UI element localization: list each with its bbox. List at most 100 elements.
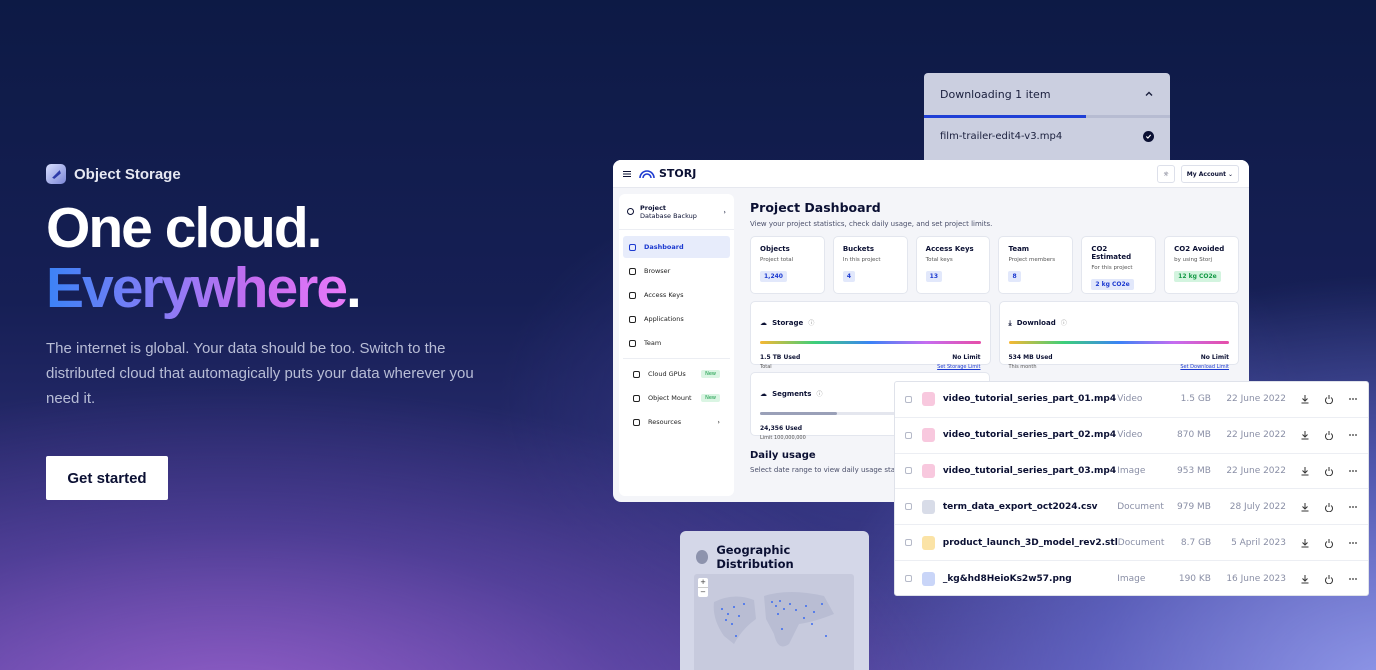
- storj-logo[interactable]: STORJ: [639, 167, 696, 180]
- world-map[interactable]: + −: [694, 574, 854, 670]
- get-started-button[interactable]: Get started: [46, 456, 168, 500]
- file-row[interactable]: term_data_export_oct2024.csv Document 979 …: [895, 489, 1368, 526]
- more-icon[interactable]: [1348, 502, 1358, 512]
- check-icon: [1143, 130, 1154, 142]
- zoom-in-button[interactable]: +: [698, 578, 708, 588]
- download-card: ⤓ Download ⓘ 534 MB Used No Limit This mo…: [998, 301, 1239, 370]
- download-header[interactable]: Downloading 1 item: [924, 73, 1170, 115]
- chevron-up-icon[interactable]: [1144, 89, 1154, 99]
- chevron-right-icon: ›: [717, 418, 720, 426]
- stat-card: Buckets In this project 4: [832, 236, 908, 294]
- badge-label: Object Storage: [74, 165, 181, 183]
- file-row[interactable]: video_tutorial_series_part_01.mp4 Video 1.…: [895, 382, 1368, 418]
- file-type-icon: [921, 428, 935, 443]
- sidebar-item-access-keys[interactable]: Access Keys: [623, 284, 730, 306]
- stat-card-value: 12 kg CO2e: [1174, 271, 1221, 282]
- chevron-down-icon: ⌄: [1227, 170, 1233, 178]
- share-icon[interactable]: [1324, 394, 1334, 405]
- download-icon[interactable]: [1300, 574, 1310, 584]
- sidebar-item-cloud-gpus[interactable]: Cloud GPUs New: [627, 363, 726, 385]
- menu-icon[interactable]: [623, 170, 631, 178]
- row-checkbox[interactable]: [905, 395, 912, 403]
- file-type: Document: [1117, 537, 1165, 548]
- stat-card-title: Team: [1008, 245, 1030, 253]
- row-checkbox[interactable]: [905, 575, 912, 583]
- share-icon[interactable]: [1324, 466, 1334, 476]
- sidebar-item-dashboard[interactable]: Dashboard: [623, 236, 730, 258]
- map-dots: [713, 592, 834, 647]
- file-row[interactable]: product_launch_3D_model_rev2.stl Document…: [895, 525, 1368, 561]
- account-dropdown[interactable]: My Account ⌄: [1180, 165, 1239, 183]
- sidebar-item-team[interactable]: Team: [623, 332, 730, 354]
- more-icon[interactable]: [1348, 394, 1358, 404]
- nav-icon: [633, 394, 640, 402]
- stat-card: Team Project members 8: [998, 236, 1074, 294]
- file-list: video_tutorial_series_part_01.mp4 Video 1.…: [894, 381, 1369, 596]
- file-name[interactable]: term_data_export_oct2024.csv: [943, 502, 1117, 512]
- sidebar-item-browser[interactable]: Browser: [623, 260, 730, 282]
- file-name[interactable]: _kg&hd8HeioKs2w57.png: [943, 574, 1117, 584]
- file-name[interactable]: product_launch_3D_model_rev2.stl: [943, 538, 1118, 548]
- project-selector[interactable]: Project Database Backup ›: [619, 194, 734, 230]
- file-type: Document: [1117, 501, 1164, 512]
- more-icon[interactable]: [1348, 538, 1358, 548]
- project-label: Project: [640, 203, 667, 212]
- nav-icon: [629, 339, 636, 347]
- file-row[interactable]: video_tutorial_series_part_02.mp4 Video 87…: [895, 418, 1368, 454]
- download-icon[interactable]: [1300, 502, 1310, 512]
- theme-toggle-button[interactable]: ☼: [1157, 165, 1175, 183]
- stat-card-subtitle: by using Storj: [1174, 257, 1213, 263]
- nav-icon: [633, 418, 640, 426]
- share-icon[interactable]: [1324, 430, 1334, 441]
- nav-icon: [629, 243, 636, 251]
- file-size: 870 MB: [1177, 430, 1211, 441]
- stat-card: CO2 Estimated For this project 2 kg CO2e: [1081, 236, 1157, 294]
- download-file-name: film-trailer-edit4-v3.mp4: [940, 130, 1063, 142]
- share-icon[interactable]: [1324, 502, 1334, 512]
- stat-card-value: 1,240: [760, 271, 787, 282]
- download-icon[interactable]: [1300, 538, 1310, 548]
- nav-icon: [629, 315, 636, 323]
- cloud-icon: ☁: [760, 319, 767, 327]
- more-icon[interactable]: [1348, 430, 1358, 440]
- file-name[interactable]: video_tutorial_series_part_02.mp4: [943, 430, 1117, 440]
- share-icon[interactable]: [1324, 574, 1334, 584]
- file-type-icon: [921, 499, 935, 514]
- sidebar-item-resources[interactable]: Resources ›: [627, 411, 726, 433]
- logo-text: STORJ: [659, 167, 697, 180]
- file-name[interactable]: video_tutorial_series_part_03.mp4: [943, 466, 1117, 476]
- download-icon[interactable]: [1300, 466, 1310, 476]
- stat-card-title: CO2 Avoided: [1174, 245, 1225, 253]
- row-checkbox[interactable]: [905, 503, 912, 511]
- row-checkbox[interactable]: [905, 431, 912, 439]
- file-row[interactable]: _kg&hd8HeioKs2w57.png Image 190 KB 16 June …: [895, 561, 1368, 597]
- info-icon: ⓘ: [1060, 320, 1067, 327]
- file-type: Video: [1117, 394, 1143, 405]
- download-icon[interactable]: [1300, 394, 1310, 404]
- set-storage-limit-link[interactable]: Set Storage Limit: [937, 364, 980, 370]
- file-row[interactable]: video_tutorial_series_part_03.mp4 Image 95…: [895, 454, 1368, 490]
- row-checkbox[interactable]: [905, 467, 912, 475]
- stat-card-value: 8: [1008, 271, 1021, 282]
- stat-card-title: Objects: [760, 245, 790, 253]
- sidebar-item-applications[interactable]: Applications: [623, 308, 730, 330]
- sidebar: Project Database Backup › Dashboard Browse…: [619, 194, 734, 496]
- file-name[interactable]: video_tutorial_series_part_01.mp4: [943, 394, 1117, 404]
- download-icon[interactable]: [1300, 430, 1310, 440]
- more-icon[interactable]: [1348, 466, 1358, 476]
- stat-cards: Objects Project total 1,240 Buckets In this …: [750, 236, 1239, 294]
- nav-icon: [629, 291, 636, 299]
- more-icon[interactable]: [1348, 574, 1358, 584]
- file-type-icon: [921, 535, 935, 550]
- row-checkbox[interactable]: [905, 539, 912, 547]
- download-title: Downloading 1 item: [940, 87, 1051, 101]
- file-size: 979 MB: [1177, 501, 1211, 512]
- storage-card: ☁ Storage ⓘ 1.5 TB Used No Limit Total Set…: [750, 301, 991, 370]
- sidebar-item-object-mount[interactable]: Object Mount New: [627, 387, 726, 409]
- download-foot: This month: [1008, 364, 1037, 370]
- share-icon[interactable]: [1324, 538, 1334, 548]
- file-type: Image: [1117, 465, 1146, 476]
- download-title-card: Download: [1016, 319, 1056, 327]
- set-download-limit-link[interactable]: Set Download Limit: [1180, 364, 1229, 370]
- zoom-out-button[interactable]: −: [698, 588, 708, 597]
